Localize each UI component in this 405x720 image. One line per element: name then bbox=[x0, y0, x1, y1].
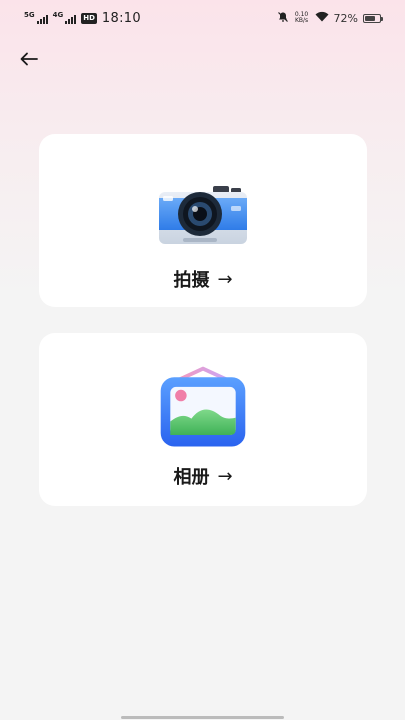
status-bar: 5G 4G HD 18:10 0.10 KB/s 72% bbox=[0, 0, 405, 36]
photo-frame-icon bbox=[153, 363, 253, 455]
signal-4g-icon: 4G bbox=[53, 11, 77, 24]
signal-5g-icon: 5G bbox=[24, 11, 48, 24]
battery-percent: 72% bbox=[333, 11, 358, 25]
album-label: 相册 bbox=[173, 467, 210, 488]
camera-label-row: 拍摄 → bbox=[173, 266, 232, 292]
status-time: 18:10 bbox=[101, 10, 141, 26]
album-card[interactable]: 相册 → bbox=[39, 333, 367, 506]
arrow-right-icon: → bbox=[217, 268, 233, 290]
camera-icon bbox=[153, 176, 253, 256]
wifi-icon bbox=[315, 11, 329, 25]
status-right: 0.10 KB/s 72% bbox=[277, 11, 383, 26]
home-indicator[interactable] bbox=[121, 716, 284, 719]
battery-icon bbox=[363, 13, 383, 23]
status-left: 5G 4G HD 18:10 bbox=[24, 11, 141, 26]
arrow-left-icon bbox=[20, 52, 38, 66]
arrow-right-icon: → bbox=[217, 465, 233, 487]
camera-card[interactable]: 拍摄 → bbox=[39, 134, 367, 307]
camera-label: 拍摄 bbox=[173, 270, 210, 291]
hd-badge: HD bbox=[81, 12, 97, 24]
album-label-row: 相册 → bbox=[173, 463, 232, 489]
mute-icon bbox=[277, 11, 289, 26]
back-button[interactable] bbox=[14, 44, 44, 74]
net-speed: 0.10 KB/s bbox=[294, 11, 309, 24]
